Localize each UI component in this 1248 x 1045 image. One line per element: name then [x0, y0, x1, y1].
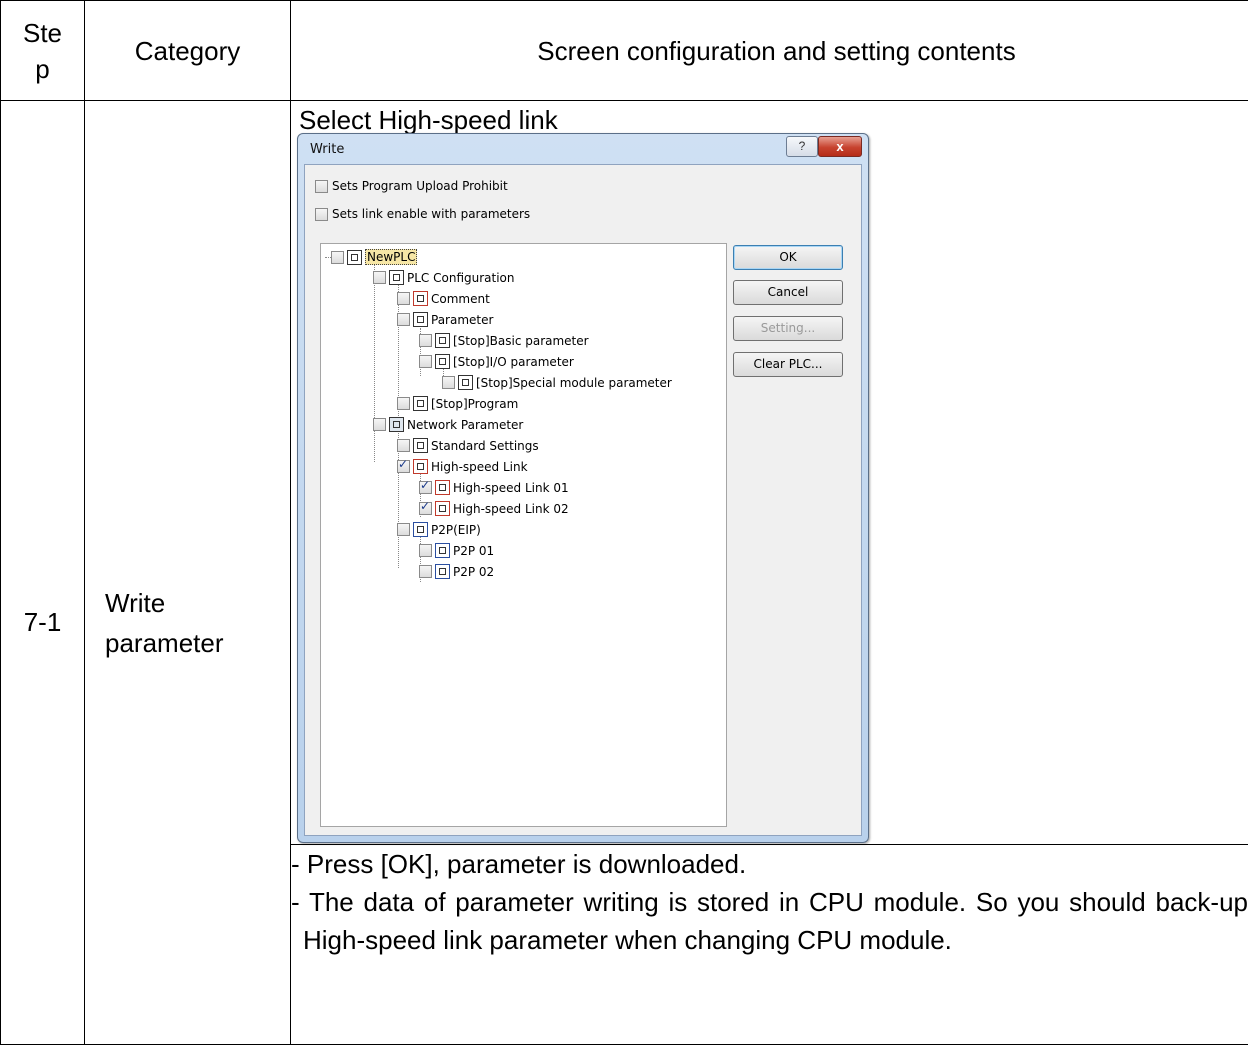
- tree-item-special-module-parameter[interactable]: [Stop]Special module parameter: [442, 375, 672, 390]
- high-speed-link-icon: [435, 480, 450, 495]
- tree-item-program[interactable]: [Stop]Program: [397, 396, 518, 411]
- tree-label: PLC Configuration: [407, 271, 515, 285]
- tree-item-basic-parameter[interactable]: [Stop]Basic parameter: [419, 333, 589, 348]
- tree-label: Comment: [431, 292, 490, 306]
- close-button[interactable]: x: [818, 136, 862, 157]
- tree-label: High-speed Link 02: [453, 502, 569, 516]
- tree-label: [Stop]I/O parameter: [453, 355, 574, 369]
- option-label: Sets Program Upload Prohibit: [332, 179, 508, 193]
- clear-plc-button[interactable]: Clear PLC...: [733, 352, 843, 377]
- tree-checkbox[interactable]: [331, 251, 344, 264]
- parameter-tree[interactable]: NewPLC PLC Configuration Comment: [320, 243, 727, 827]
- tree-label: [Stop]Basic parameter: [453, 334, 589, 348]
- network-icon: [389, 417, 404, 432]
- help-button[interactable]: ?: [786, 136, 818, 157]
- tree-item-p2p-eip[interactable]: P2P(EIP): [397, 522, 481, 537]
- tree-item-high-speed-link-02[interactable]: High-speed Link 02: [419, 501, 569, 516]
- tree-item-plc-configuration[interactable]: PLC Configuration: [373, 270, 515, 285]
- screen-row: 7-1 Write parameter Select High-speed li…: [1, 101, 1248, 845]
- tree-checkbox[interactable]: [419, 544, 432, 557]
- step-number: 7-1: [1, 101, 85, 1045]
- header-step: Ste p: [1, 1, 85, 101]
- tree-label: P2P(EIP): [431, 523, 481, 537]
- setting-button[interactable]: Setting...: [733, 316, 843, 341]
- screen-cell: Select High-speed link Write ? x Sets Pr…: [291, 101, 1248, 845]
- program-icon: [413, 396, 428, 411]
- plc-icon: [347, 250, 362, 265]
- dialog-body: Sets Program Upload Prohibit Sets link e…: [304, 164, 862, 836]
- category-text: Write parameter: [105, 583, 255, 663]
- header-row: Ste p Category Screen configuration and …: [1, 1, 1248, 101]
- option-upload-prohibit[interactable]: Sets Program Upload Prohibit: [315, 179, 508, 193]
- tree-item-high-speed-link[interactable]: High-speed Link: [397, 459, 528, 474]
- tree-label: Parameter: [431, 313, 493, 327]
- tree-label: Standard Settings: [431, 439, 539, 453]
- tree-checkbox[interactable]: [397, 439, 410, 452]
- option-link-enable[interactable]: Sets link enable with parameters: [315, 207, 530, 221]
- tree-checkbox[interactable]: [442, 376, 455, 389]
- tree-item-parameter[interactable]: Parameter: [397, 312, 493, 327]
- plc-configuration-icon: [389, 270, 404, 285]
- high-speed-link-icon: [413, 459, 428, 474]
- notes-cell: - Press [OK], parameter is downloaded. -…: [291, 845, 1248, 1045]
- ok-button[interactable]: OK: [733, 245, 843, 270]
- tree-checkbox[interactable]: [419, 355, 432, 368]
- special-module-icon: [458, 375, 473, 390]
- p2p-icon: [435, 564, 450, 579]
- tree-label: P2P 02: [453, 565, 494, 579]
- tree-item-network-parameter[interactable]: Network Parameter: [373, 417, 523, 432]
- tree-item-p2p-02[interactable]: P2P 02: [419, 564, 494, 579]
- tree-checkbox[interactable]: [397, 313, 410, 326]
- header-category: Category: [85, 1, 291, 101]
- tree-label: [Stop]Special module parameter: [476, 376, 672, 390]
- tree-item-p2p-01[interactable]: P2P 01: [419, 543, 494, 558]
- tree-item-newplc[interactable]: NewPLC: [331, 249, 417, 265]
- tree-item-standard-settings[interactable]: Standard Settings: [397, 438, 539, 453]
- note-line-1: - Press [OK], parameter is downloaded.: [291, 845, 1248, 883]
- tree-label: [Stop]Program: [431, 397, 518, 411]
- tree-label: P2P 01: [453, 544, 494, 558]
- parameter-icon: [413, 312, 428, 327]
- write-dialog: Write ? x Sets Program Upload Prohibit S…: [297, 133, 869, 843]
- tree-label: High-speed Link: [431, 460, 528, 474]
- checkbox-icon[interactable]: [315, 208, 328, 221]
- p2p-icon: [413, 522, 428, 537]
- high-speed-link-icon: [435, 501, 450, 516]
- comment-icon: [413, 291, 428, 306]
- tree-checkbox[interactable]: [397, 460, 410, 473]
- tree-checkbox[interactable]: [373, 271, 386, 284]
- tree-item-io-parameter[interactable]: [Stop]I/O parameter: [419, 354, 574, 369]
- tree-checkbox[interactable]: [397, 523, 410, 536]
- section-title: Select High-speed link: [299, 105, 558, 136]
- cancel-button[interactable]: Cancel: [733, 280, 843, 305]
- tree-checkbox[interactable]: [419, 334, 432, 347]
- basic-parameter-icon: [435, 333, 450, 348]
- tree-item-comment[interactable]: Comment: [397, 291, 490, 306]
- category-label: Write parameter: [85, 101, 291, 1045]
- p2p-icon: [435, 543, 450, 558]
- tree-checkbox[interactable]: [419, 502, 432, 515]
- procedure-table: Ste p Category Screen configuration and …: [0, 0, 1248, 1045]
- tree-item-high-speed-link-01[interactable]: High-speed Link 01: [419, 480, 569, 495]
- tree-label: NewPLC: [365, 249, 417, 265]
- tree-checkbox[interactable]: [419, 481, 432, 494]
- tree-checkbox[interactable]: [373, 418, 386, 431]
- option-label: Sets link enable with parameters: [332, 207, 530, 221]
- checkbox-icon[interactable]: [315, 180, 328, 193]
- tree-checkbox[interactable]: [397, 397, 410, 410]
- tree-checkbox[interactable]: [419, 565, 432, 578]
- dialog-title: Write: [310, 142, 344, 157]
- note-line-2: - The data of parameter writing is store…: [291, 883, 1248, 959]
- header-content: Screen configuration and setting content…: [291, 1, 1248, 101]
- tree-checkbox[interactable]: [397, 292, 410, 305]
- tree-label: Network Parameter: [407, 418, 523, 432]
- standard-settings-icon: [413, 438, 428, 453]
- tree-label: High-speed Link 01: [453, 481, 569, 495]
- io-parameter-icon: [435, 354, 450, 369]
